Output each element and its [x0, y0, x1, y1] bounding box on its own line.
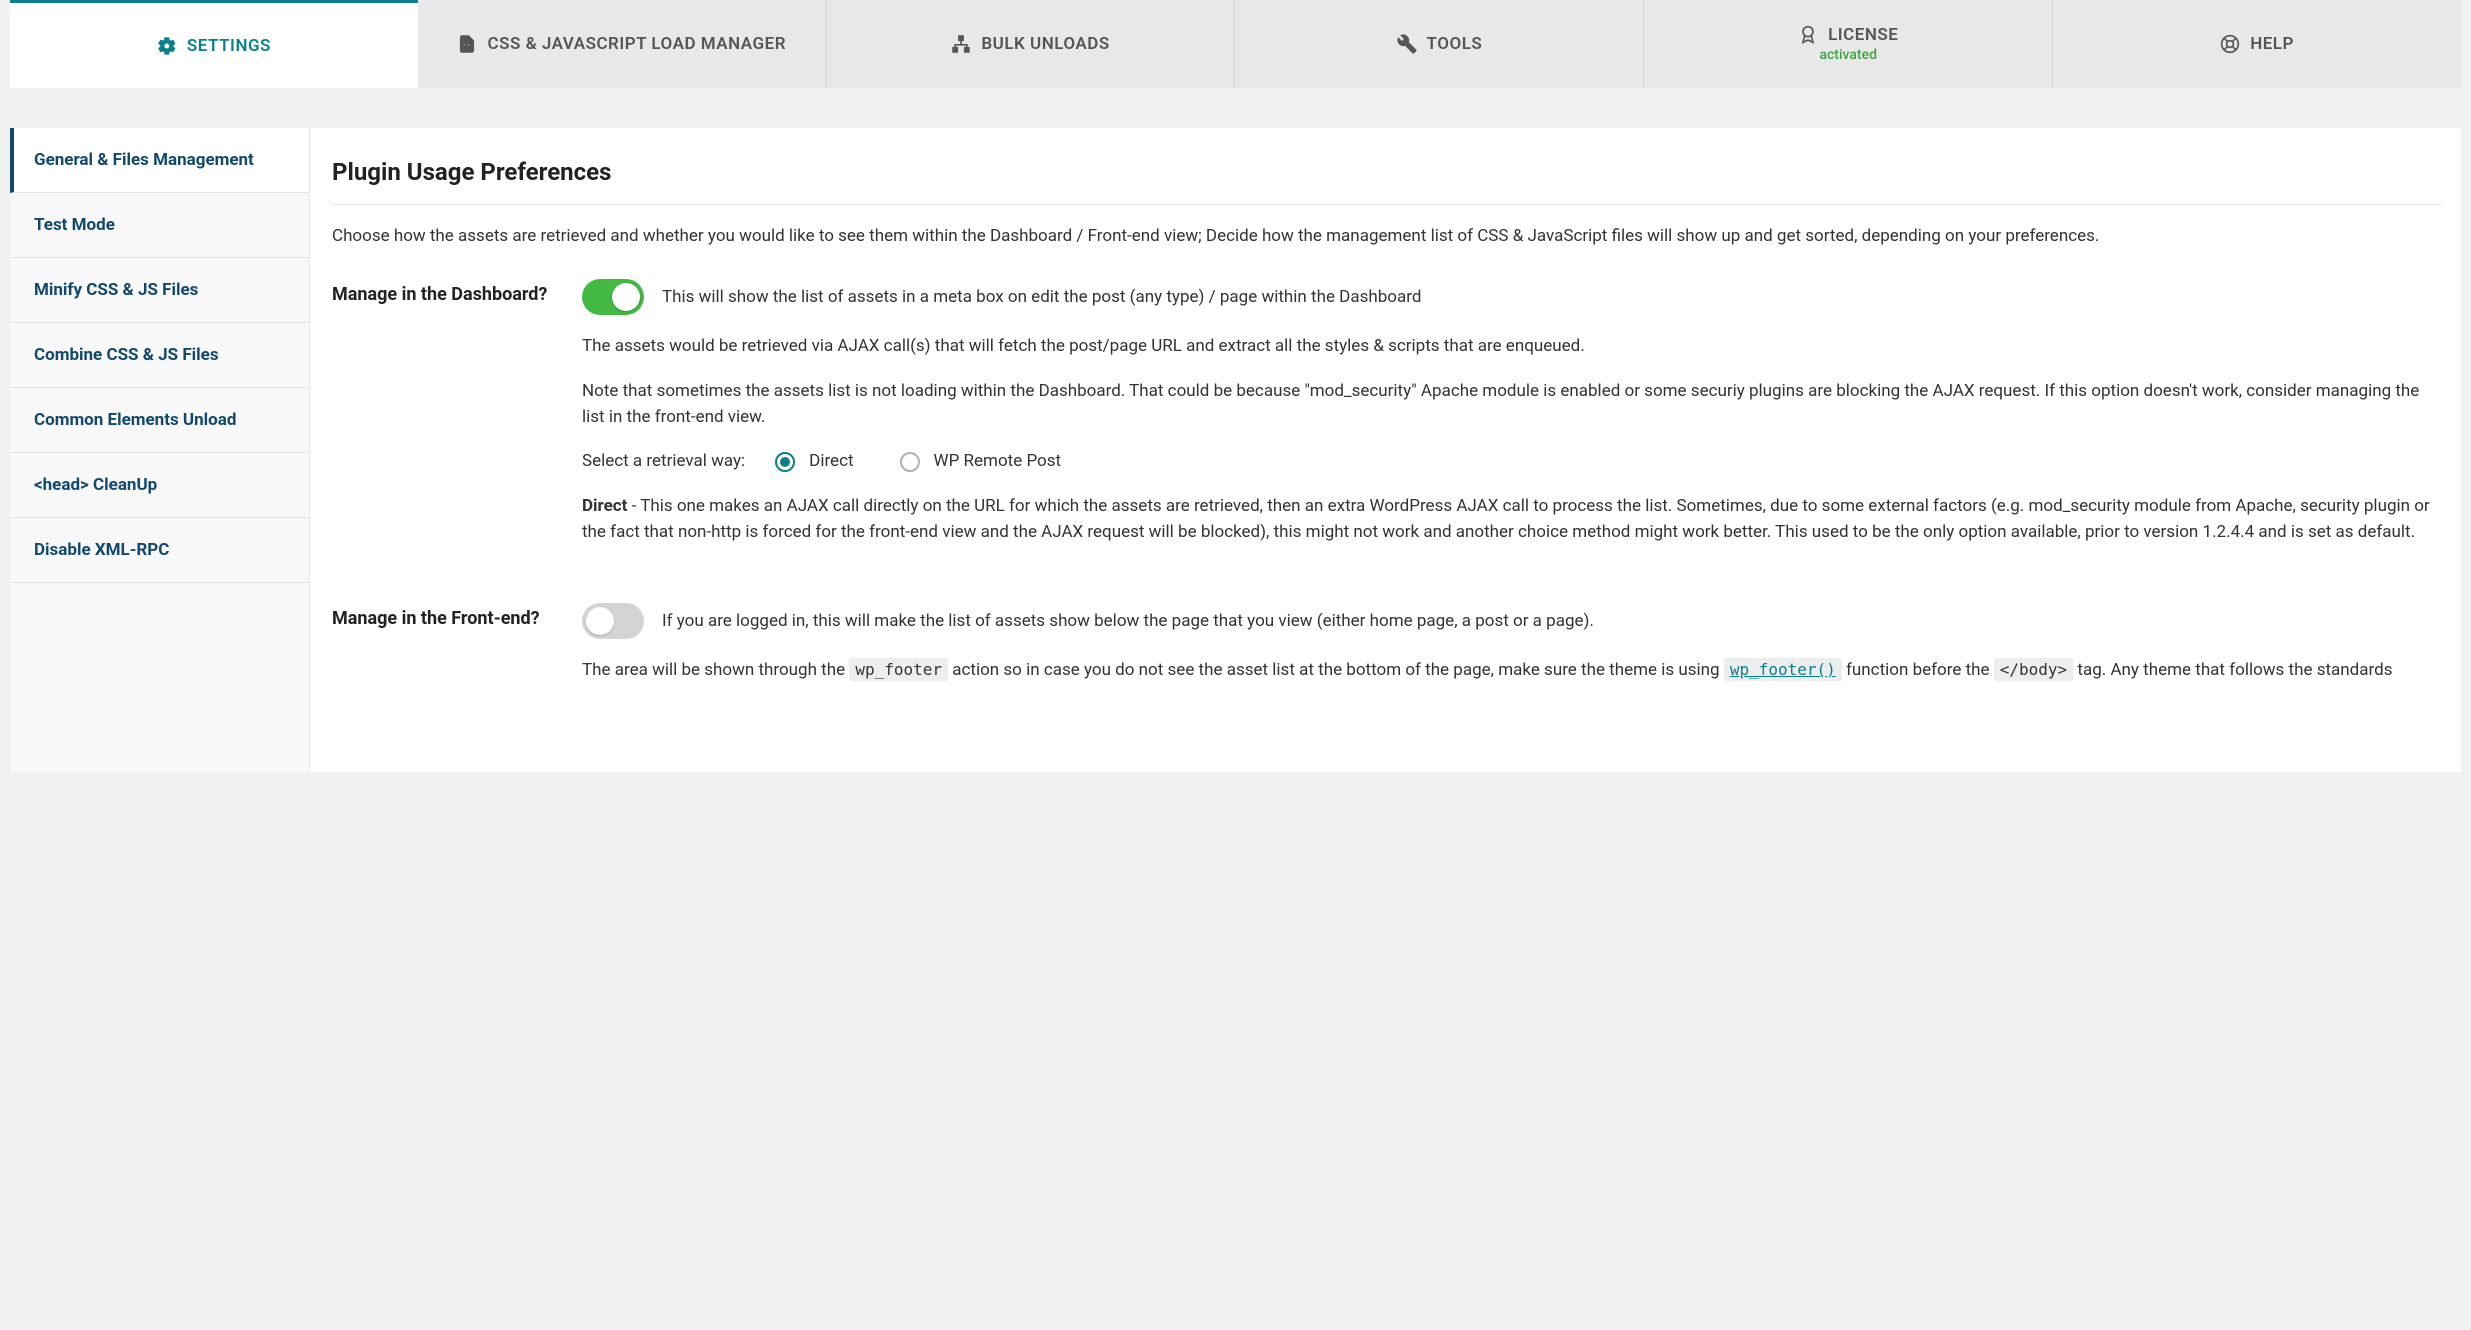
- top-tabs: SETTINGS CSS & JAVASCRIPT LOAD MANAGER B…: [0, 0, 2471, 88]
- tab-label: LICENSE: [1828, 25, 1898, 45]
- retrieval-radio-group: Select a retrieval way: Direct WP Remote…: [582, 448, 2443, 474]
- content-wrap: General & Files Management Test Mode Min…: [10, 128, 2461, 772]
- code-body-close: </body>: [1994, 658, 2073, 681]
- sidebar-item-disable-xmlrpc[interactable]: Disable XML-RPC: [10, 518, 309, 583]
- sitemap-icon: [951, 34, 971, 54]
- settings-sidebar: General & Files Management Test Mode Min…: [10, 128, 310, 772]
- direct-text: - This one makes an AJAX call directly o…: [582, 496, 2430, 542]
- radio-wp-remote-post[interactable]: [900, 452, 920, 472]
- sidebar-item-head-cleanup[interactable]: <head> CleanUp: [10, 453, 309, 518]
- tab-sublabel: activated: [1819, 47, 1877, 63]
- toggle-desc: If you are logged in, this will make the…: [662, 608, 1594, 634]
- tab-css-js-manager[interactable]: CSS & JAVASCRIPT LOAD MANAGER: [418, 0, 827, 88]
- tab-license[interactable]: LICENSE activated: [1644, 0, 2053, 88]
- code-link-wp-footer-fn[interactable]: wp_footer(): [1724, 658, 1842, 681]
- option-paragraph: Note that sometimes the assets list is n…: [582, 378, 2443, 431]
- code-file-icon: [457, 34, 477, 54]
- option-manage-frontend: Manage in the Front-end? If you are logg…: [332, 603, 2443, 701]
- toggle-knob: [586, 607, 614, 635]
- toggle-manage-dashboard[interactable]: [582, 279, 644, 315]
- tab-label: BULK UNLOADS: [981, 34, 1109, 54]
- tab-bulk-unloads[interactable]: BULK UNLOADS: [827, 0, 1236, 88]
- tab-label: SETTINGS: [187, 36, 271, 56]
- radio-label-wp-remote: WP Remote Post: [934, 448, 1062, 474]
- direct-heading: Direct: [582, 496, 627, 516]
- tab-settings[interactable]: SETTINGS: [10, 0, 418, 88]
- option-manage-dashboard: Manage in the Dashboard? This will show …: [332, 279, 2443, 563]
- option-label: Manage in the Dashboard?: [332, 279, 582, 306]
- toggle-desc: This will show the list of assets in a m…: [662, 284, 1421, 310]
- tab-label: HELP: [2250, 34, 2294, 54]
- frontend-paragraph: The area will be shown through the wp_fo…: [582, 657, 2443, 683]
- option-paragraph: The assets would be retrieved via AJAX c…: [582, 333, 2443, 359]
- radio-label-direct: Direct: [809, 448, 853, 474]
- help-icon: [2220, 34, 2240, 54]
- gear-icon: [157, 36, 177, 56]
- toggle-manage-frontend[interactable]: [582, 603, 644, 639]
- sidebar-item-test-mode[interactable]: Test Mode: [10, 193, 309, 258]
- tab-label: TOOLS: [1427, 34, 1483, 54]
- section-title: Plugin Usage Preferences: [332, 158, 2443, 205]
- option-label: Manage in the Front-end?: [332, 603, 582, 630]
- radio-direct[interactable]: [775, 452, 795, 472]
- award-icon: [1798, 25, 1818, 45]
- sidebar-item-combine[interactable]: Combine CSS & JS Files: [10, 323, 309, 388]
- tab-tools[interactable]: TOOLS: [1235, 0, 1644, 88]
- tab-help[interactable]: HELP: [2053, 0, 2461, 88]
- toggle-knob: [612, 283, 640, 311]
- tab-label: CSS & JAVASCRIPT LOAD MANAGER: [487, 34, 786, 54]
- direct-explanation: Direct - This one makes an AJAX call dir…: [582, 493, 2443, 546]
- main-panel: Plugin Usage Preferences Choose how the …: [310, 128, 2461, 772]
- wrench-icon: [1397, 34, 1417, 54]
- sidebar-item-common-unload[interactable]: Common Elements Unload: [10, 388, 309, 453]
- sidebar-item-general[interactable]: General & Files Management: [10, 128, 309, 193]
- code-wp-footer: wp_footer: [849, 658, 948, 681]
- retrieval-label: Select a retrieval way:: [582, 448, 745, 474]
- sidebar-item-minify[interactable]: Minify CSS & JS Files: [10, 258, 309, 323]
- section-description: Choose how the assets are retrieved and …: [332, 223, 2443, 249]
